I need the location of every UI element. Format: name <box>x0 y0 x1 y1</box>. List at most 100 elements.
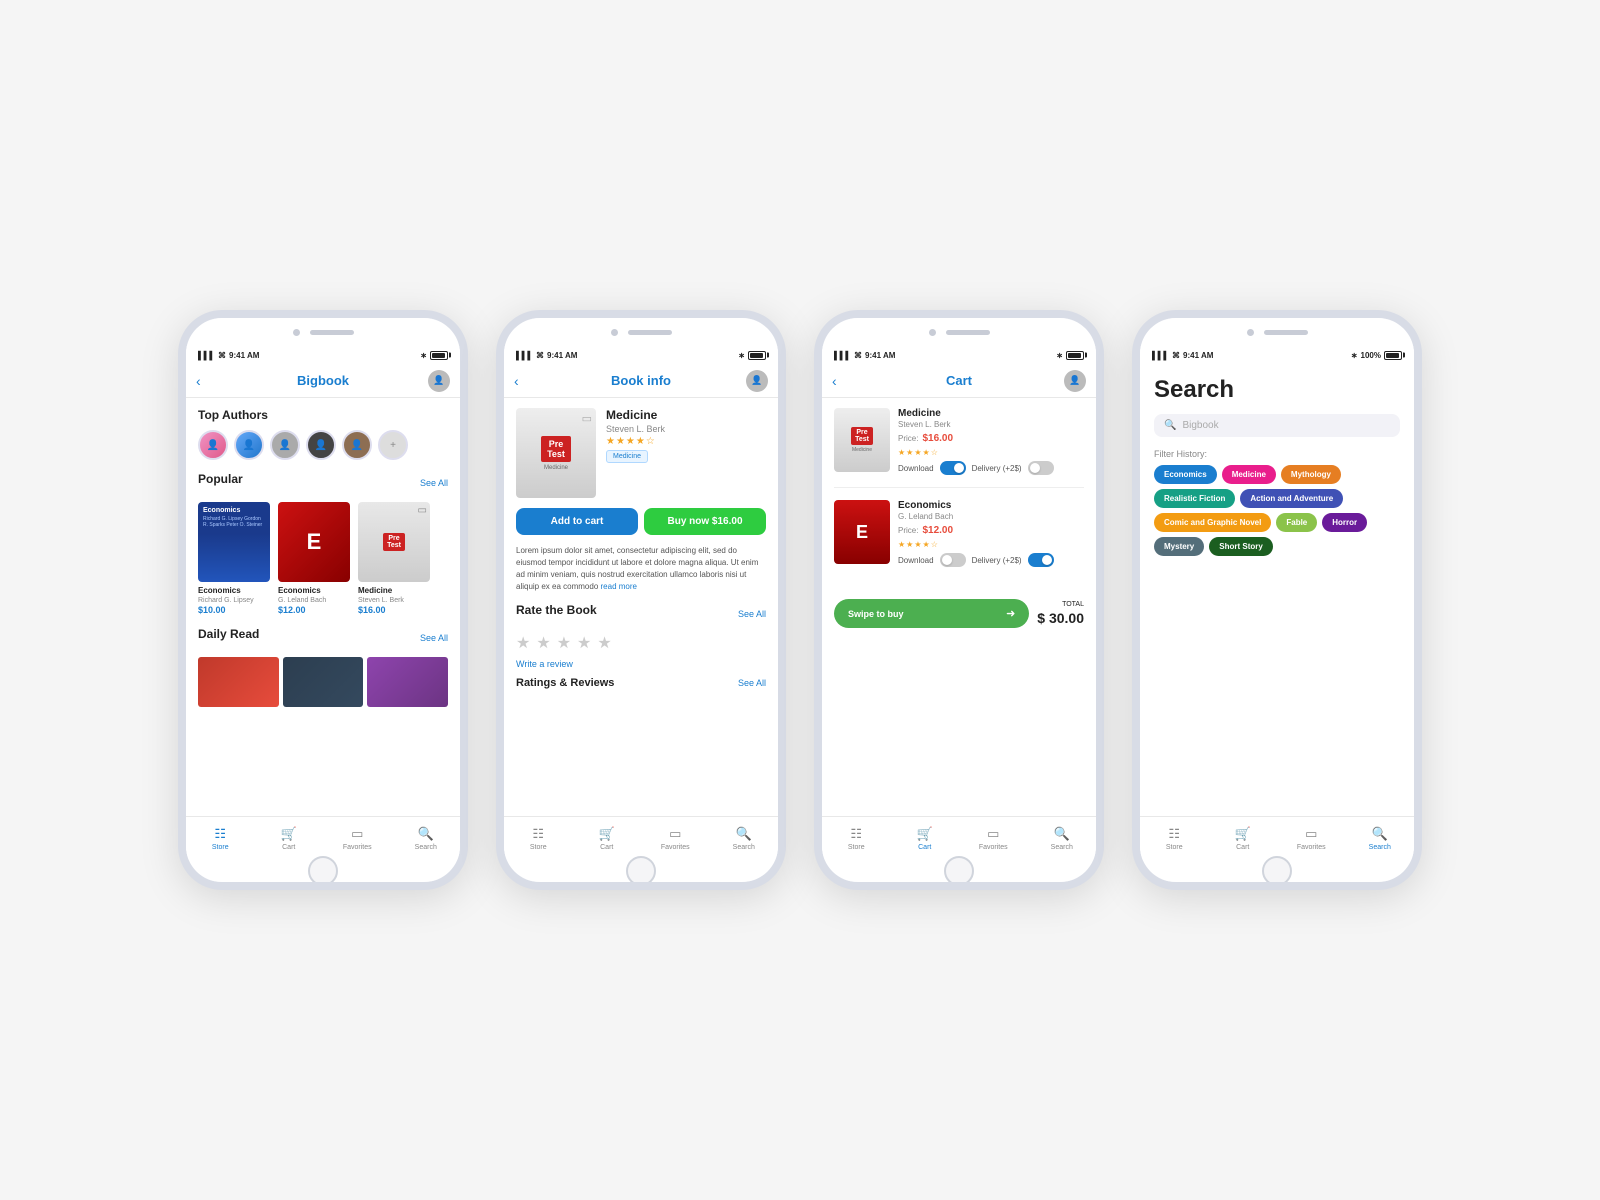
avatar-3[interactable]: 👤 <box>1064 370 1086 392</box>
signal-icon-3: ▌▌▌ <box>834 351 851 360</box>
price-label-1: Price: <box>898 434 918 443</box>
bottom-nav-store-1[interactable]: ☷ Store <box>186 826 255 851</box>
store-label-3: Store <box>848 844 865 851</box>
book-author-1: Richard G. Lipsey <box>198 597 270 604</box>
bottom-nav-cart-4[interactable]: 🛒 Cart <box>1209 826 1278 851</box>
tag-horror[interactable]: Horror <box>1322 513 1367 532</box>
pretest-badge-1: PreTest <box>383 533 405 551</box>
add-to-cart-button[interactable]: Add to cart <box>516 508 638 535</box>
bottom-nav-2: ☷ Store 🛒 Cart ▭ Favorites 🔍 Search <box>504 816 778 860</box>
book-card-3[interactable]: PreTest ▭ Medicine Steven L. Berk $16.00 <box>358 502 430 615</box>
store-label-2: Store <box>530 844 547 851</box>
tag-realistic-fiction[interactable]: Realistic Fiction <box>1154 489 1235 508</box>
bottom-nav-store-4[interactable]: ☷ Store <box>1140 826 1209 851</box>
bottom-nav-fav-3[interactable]: ▭ Favorites <box>959 826 1028 851</box>
bottom-nav-search-4[interactable]: 🔍 Search <box>1346 826 1415 851</box>
buy-now-button[interactable]: Buy now $16.00 <box>644 508 766 535</box>
status-right-4: ∗ 100% <box>1351 351 1402 360</box>
author-avatar-3[interactable]: 👤 <box>270 430 300 460</box>
star-2[interactable]: ★ <box>536 633 550 653</box>
bottom-nav-fav-2[interactable]: ▭ Favorites <box>641 826 710 851</box>
bottom-nav-fav-1[interactable]: ▭ Favorites <box>323 826 392 851</box>
delivery-toggle-2[interactable] <box>1028 553 1054 567</box>
bottom-nav-search-2[interactable]: 🔍 Search <box>710 826 779 851</box>
bottom-nav-store-3[interactable]: ☷ Store <box>822 826 891 851</box>
total-label: TOTAL <box>1037 601 1084 608</box>
popular-header: Popular See All <box>198 472 448 494</box>
author-avatar-5[interactable]: 👤 <box>342 430 372 460</box>
search-page-title: Search <box>1154 376 1400 404</box>
daily-thumb-3[interactable] <box>367 657 448 707</box>
author-avatar-1[interactable]: 👤 <box>198 430 228 460</box>
tag-short-story[interactable]: Short Story <box>1209 537 1273 556</box>
battery-2 <box>748 351 766 360</box>
avatar-1[interactable]: 👤 <box>428 370 450 392</box>
popular-see-all[interactable]: See All <box>420 478 448 488</box>
rate-title: Rate the Book <box>516 603 597 617</box>
wifi-icon-1: ⌘ <box>218 351 226 360</box>
delivery-toggle-1[interactable] <box>1028 461 1054 475</box>
daily-thumb-1[interactable] <box>198 657 279 707</box>
tag-action-adventure[interactable]: Action and Adventure <box>1240 489 1343 508</box>
download-toggle-1[interactable] <box>940 461 966 475</box>
bottom-nav-cart-2[interactable]: 🛒 Cart <box>573 826 642 851</box>
author-avatar-4[interactable]: 👤 <box>306 430 336 460</box>
search-icon-2: 🔍 <box>736 826 752 842</box>
bottom-nav-store-2[interactable]: ☷ Store <box>504 826 573 851</box>
home-button-2[interactable] <box>626 856 656 886</box>
home-button-1[interactable] <box>308 856 338 886</box>
bottom-nav-search-1[interactable]: 🔍 Search <box>392 826 461 851</box>
cart-label-1: Cart <box>282 844 295 851</box>
swipe-to-buy[interactable]: Swipe to buy ➜ <box>834 599 1029 628</box>
tag-mythology[interactable]: Mythology <box>1281 465 1341 484</box>
search-input-display[interactable]: Bigbook <box>1182 420 1218 431</box>
rate-see-all[interactable]: See All <box>738 609 766 619</box>
ratings-reviews-title: Ratings & Reviews <box>516 677 614 689</box>
search-input-row[interactable]: 🔍 Bigbook <box>1154 414 1400 437</box>
fav-icon-4: ▭ <box>1305 826 1317 842</box>
bookmark-icon-2[interactable]: ▭ <box>582 412 592 425</box>
reviews-see-all[interactable]: See All <box>738 678 766 688</box>
tag-economics[interactable]: Economics <box>1154 465 1217 484</box>
bottom-nav-cart-3[interactable]: 🛒 Cart <box>891 826 960 851</box>
author-avatar-more[interactable]: + <box>378 430 408 460</box>
star-4[interactable]: ★ <box>577 633 591 653</box>
status-bar-1: ▌▌▌ ⌘ 9:41 AM ∗ <box>186 346 460 364</box>
cart-item-info-2: Economics G. Leland Bach Price: $12.00 ★… <box>898 500 1084 567</box>
cart-stars-2: ★★★★☆ <box>898 540 1084 549</box>
tag-medicine[interactable]: Medicine <box>1222 465 1276 484</box>
bottom-nav-cart-1[interactable]: 🛒 Cart <box>255 826 324 851</box>
search-label-2: Search <box>733 844 755 851</box>
phone-screen-4: ▌▌▌ ⌘ 9:41 AM ∗ 100% Search 🔍 Bigbook <box>1140 346 1414 860</box>
cart-item-price-2: $12.00 <box>922 525 953 536</box>
tag-mystery[interactable]: Mystery <box>1154 537 1204 556</box>
author-avatar-2[interactable]: 👤 <box>234 430 264 460</box>
download-label-2: Download <box>898 556 934 565</box>
phone-bottom-bar-4 <box>1140 860 1414 882</box>
download-toggle-2[interactable] <box>940 553 966 567</box>
star-5[interactable]: ★ <box>597 633 611 653</box>
book-author-3: Steven L. Berk <box>358 597 430 604</box>
tag-fable[interactable]: Fable <box>1276 513 1317 532</box>
back-button-1[interactable]: ‹ <box>196 373 201 389</box>
bottom-nav-search-3[interactable]: 🔍 Search <box>1028 826 1097 851</box>
cart-bottom-row: Swipe to buy ➜ TOTAL $ 30.00 <box>834 591 1084 636</box>
home-button-3[interactable] <box>944 856 974 886</box>
filter-history-label: Filter History: <box>1154 449 1400 459</box>
back-button-3[interactable]: ‹ <box>832 373 837 389</box>
daily-see-all[interactable]: See All <box>420 633 448 643</box>
tag-comic-graphic-novel[interactable]: Comic and Graphic Novel <box>1154 513 1271 532</box>
phone-top-bar-2 <box>504 318 778 346</box>
read-more-link[interactable]: read more <box>601 582 637 591</box>
daily-thumb-2[interactable] <box>283 657 364 707</box>
star-1[interactable]: ★ <box>516 633 530 653</box>
back-button-2[interactable]: ‹ <box>514 373 519 389</box>
avatar-2[interactable]: 👤 <box>746 370 768 392</box>
write-review-link[interactable]: Write a review <box>516 659 766 669</box>
bottom-nav-fav-4[interactable]: ▭ Favorites <box>1277 826 1346 851</box>
big-book-cover: PreTest Medicine ▭ <box>516 408 596 498</box>
book-card-1[interactable]: Economics Richard G. Lipsey Gordon R. Sp… <box>198 502 270 615</box>
book-card-2[interactable]: E Economics G. Leland Bach $12.00 <box>278 502 350 615</box>
home-button-4[interactable] <box>1262 856 1292 886</box>
star-3[interactable]: ★ <box>557 633 571 653</box>
